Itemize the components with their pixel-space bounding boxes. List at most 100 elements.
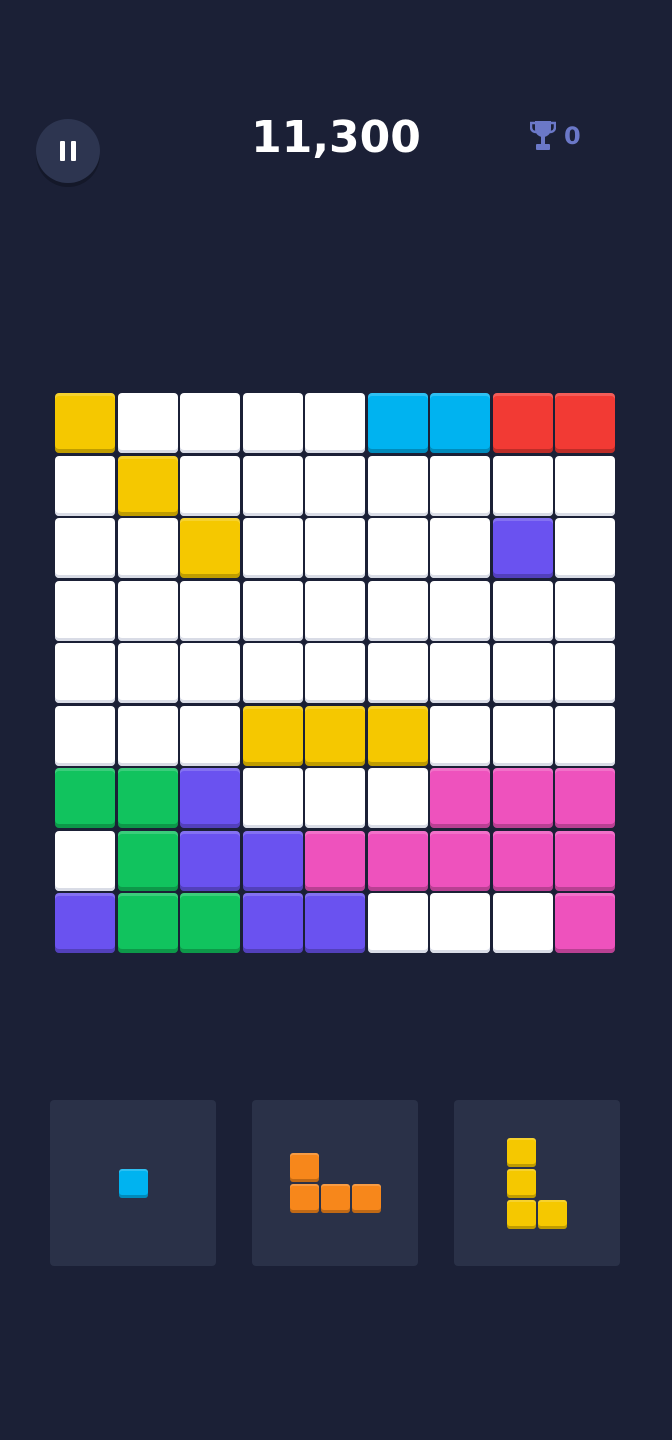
best-score-value: 0	[564, 122, 581, 150]
board-cell-empty[interactable]	[180, 455, 240, 516]
piece-block[interactable]	[507, 1199, 536, 1229]
board-cell-empty[interactable]	[180, 580, 240, 641]
piece-block[interactable]	[351, 1184, 381, 1213]
piece-block[interactable]	[118, 1168, 148, 1198]
board-cell-filled[interactable]	[117, 830, 178, 891]
piece-slot-3[interactable]	[454, 1100, 620, 1266]
board-cell-empty[interactable]	[117, 643, 178, 703]
board-cell-empty[interactable]	[367, 455, 428, 516]
board-cell-filled[interactable]	[492, 518, 553, 578]
board-cell-empty[interactable]	[55, 455, 115, 516]
pause-button[interactable]	[36, 119, 100, 183]
board-cell-empty[interactable]	[430, 455, 490, 516]
board-cell-empty[interactable]	[367, 768, 428, 828]
board-cell-filled[interactable]	[492, 768, 553, 828]
board-cell-empty[interactable]	[305, 580, 365, 641]
board-cell-empty[interactable]	[305, 518, 365, 578]
board-cell-empty[interactable]	[492, 455, 553, 516]
board-cell-empty[interactable]	[55, 518, 115, 578]
board-cell-filled[interactable]	[555, 768, 615, 828]
board-cell-empty[interactable]	[555, 455, 615, 516]
piece-block[interactable]	[538, 1199, 567, 1229]
board-cell-empty[interactable]	[55, 705, 115, 766]
board-cell-empty[interactable]	[117, 518, 178, 578]
board-cell-filled[interactable]	[305, 830, 365, 891]
board-cell-empty[interactable]	[180, 705, 240, 766]
board-cell-filled[interactable]	[55, 893, 115, 953]
piece-block[interactable]	[507, 1168, 536, 1198]
best-score: 0	[530, 118, 581, 154]
board-cell-filled[interactable]	[117, 455, 178, 516]
piece-block[interactable]	[289, 1153, 319, 1182]
board-cell-empty[interactable]	[430, 893, 490, 953]
trophy-icon	[530, 121, 556, 150]
board-cell-empty[interactable]	[555, 580, 615, 641]
board-cell-filled[interactable]	[367, 393, 428, 453]
board-cell-empty[interactable]	[430, 643, 490, 703]
board-cell-filled[interactable]	[555, 830, 615, 891]
board-cell-filled[interactable]	[430, 393, 490, 453]
board-cell-empty[interactable]	[55, 830, 115, 891]
board-cell-empty[interactable]	[492, 893, 553, 953]
board-cell-empty[interactable]	[305, 393, 365, 453]
game-board[interactable]	[55, 393, 615, 953]
board-cell-filled[interactable]	[55, 393, 115, 453]
board-cell-empty[interactable]	[430, 705, 490, 766]
board-cell-empty[interactable]	[242, 768, 303, 828]
board-cell-empty[interactable]	[242, 518, 303, 578]
piece-block[interactable]	[320, 1184, 350, 1213]
pause-icon	[60, 141, 76, 161]
board-cell-filled[interactable]	[555, 893, 615, 953]
board-cell-empty[interactable]	[117, 705, 178, 766]
board-cell-empty[interactable]	[305, 643, 365, 703]
board-cell-empty[interactable]	[555, 643, 615, 703]
board-cell-empty[interactable]	[367, 643, 428, 703]
board-cell-empty[interactable]	[367, 580, 428, 641]
piece-slot-1[interactable]	[50, 1100, 216, 1266]
board-cell-empty[interactable]	[180, 393, 240, 453]
board-cell-empty[interactable]	[305, 768, 365, 828]
board-cell-filled[interactable]	[305, 705, 365, 766]
board-cell-filled[interactable]	[242, 830, 303, 891]
board-cell-empty[interactable]	[242, 580, 303, 641]
board-cell-empty[interactable]	[117, 580, 178, 641]
board-cell-filled[interactable]	[305, 893, 365, 953]
board-cell-empty[interactable]	[492, 705, 553, 766]
board-cell-empty[interactable]	[492, 580, 553, 641]
board-cell-empty[interactable]	[117, 393, 178, 453]
board-cell-filled[interactable]	[367, 830, 428, 891]
board-cell-filled[interactable]	[430, 830, 490, 891]
board-cell-empty[interactable]	[180, 643, 240, 703]
board-cell-empty[interactable]	[430, 518, 490, 578]
board-cell-filled[interactable]	[180, 518, 240, 578]
piece-block[interactable]	[507, 1137, 536, 1167]
board-cell-empty[interactable]	[555, 518, 615, 578]
board-cell-empty[interactable]	[242, 643, 303, 703]
board-cell-filled[interactable]	[367, 705, 428, 766]
board-cell-empty[interactable]	[367, 893, 428, 953]
board-cell-filled[interactable]	[117, 768, 178, 828]
board-cell-empty[interactable]	[367, 518, 428, 578]
board-cell-empty[interactable]	[55, 643, 115, 703]
board-cell-filled[interactable]	[180, 768, 240, 828]
score-display: 11,300	[251, 112, 421, 163]
board-cell-filled[interactable]	[555, 393, 615, 453]
board-cell-filled[interactable]	[117, 893, 178, 953]
board-cell-filled[interactable]	[492, 393, 553, 453]
board-cell-filled[interactable]	[242, 705, 303, 766]
board-cell-filled[interactable]	[242, 893, 303, 953]
board-cell-filled[interactable]	[180, 830, 240, 891]
board-cell-empty[interactable]	[242, 455, 303, 516]
board-cell-empty[interactable]	[492, 643, 553, 703]
board-cell-empty[interactable]	[430, 580, 490, 641]
board-cell-empty[interactable]	[555, 705, 615, 766]
board-cell-empty[interactable]	[305, 455, 365, 516]
board-cell-filled[interactable]	[180, 893, 240, 953]
board-cell-filled[interactable]	[430, 768, 490, 828]
piece-slot-2[interactable]	[252, 1100, 418, 1266]
board-cell-empty[interactable]	[55, 580, 115, 641]
board-cell-empty[interactable]	[242, 393, 303, 453]
board-cell-filled[interactable]	[492, 830, 553, 891]
board-cell-filled[interactable]	[55, 768, 115, 828]
piece-block[interactable]	[289, 1184, 319, 1213]
